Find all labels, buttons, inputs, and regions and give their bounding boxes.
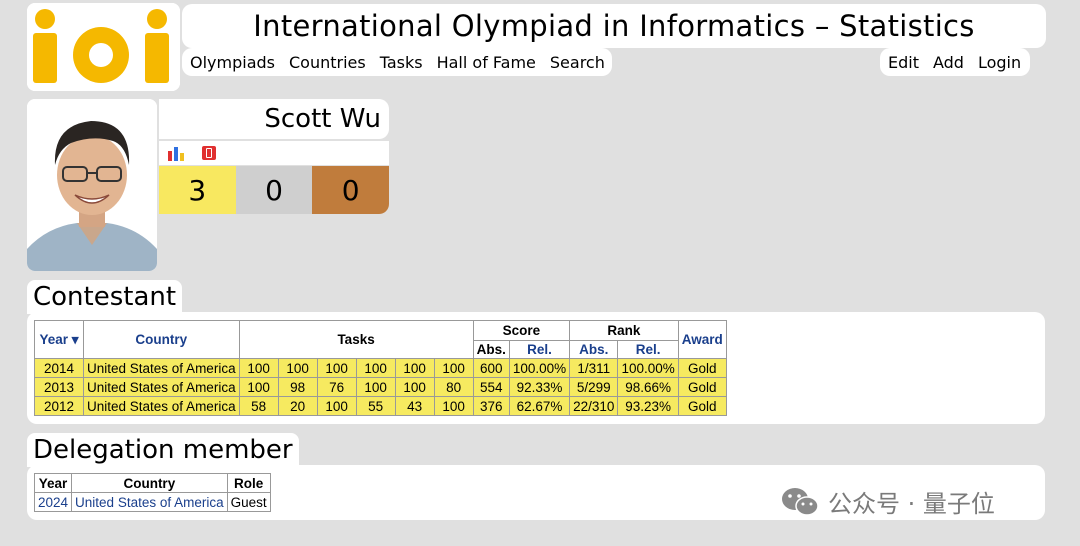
deleg-country-header: Country [71,473,228,493]
task-score-cell[interactable]: 76 [316,377,357,397]
task-score-cell[interactable]: 98 [277,377,318,397]
contestant-table: Year ▾ Country Tasks Score Rank Award Ab… [34,320,727,416]
task-score-cell[interactable]: 100 [316,396,357,416]
task-score-cell[interactable]: 100 [238,358,279,378]
rank-abs-cell: 22/310 [569,396,619,416]
deleg-country-cell[interactable]: United States of America [71,492,228,512]
delegation-table: Year Country Role 2024 United States of … [33,473,271,512]
task-score-cell[interactable]: 100 [355,377,396,397]
wechat-icon [780,486,820,518]
deleg-year-header: Year [33,473,73,493]
award-cell: Gold [677,377,727,397]
rank-rel-cell: 93.23% [617,396,679,416]
nav-hall-of-fame[interactable]: Hall of Fame [437,53,536,72]
task-score-cell[interactable]: 100 [277,358,318,378]
silver-medal-count: 0 [235,166,313,214]
award-cell: Gold [677,358,727,378]
contestant-name: Scott Wu [264,104,381,134]
ioi-logo[interactable] [27,3,180,91]
watermark-text: 公众号 · 量子位 [828,490,995,518]
task-score-cell[interactable]: 58 [238,396,279,416]
task-score-cell[interactable]: 100 [394,358,435,378]
contestant-name-box: Scott Wu [159,99,389,139]
score-rel-cell: 92.33% [508,377,571,397]
nav-countries[interactable]: Countries [289,53,366,72]
tasks-header: Tasks [238,320,474,359]
watermark: 公众号 · 量子位 [780,484,995,519]
score-rel-cell: 100.00% [508,358,571,378]
year-cell[interactable]: 2014 [34,358,84,378]
table-row: 2024 United States of America Guest [33,492,271,512]
main-nav: Olympiads Countries Tasks Hall of Fame S… [182,48,612,76]
task-score-cell[interactable]: 100 [238,377,279,397]
deleg-role-header: Role [226,473,271,493]
task-score-cell[interactable]: 100 [433,396,474,416]
site-title-bar: International Olympiad in Informatics – … [182,4,1046,48]
country-cell[interactable]: United States of America [83,377,240,397]
bronze-medal-count: 0 [312,166,390,214]
medal-counts: 3 0 0 [159,166,390,214]
rank-rel-cell: 98.66% [617,377,679,397]
table-row: 2012 United States of America 58 20 100 … [34,396,727,416]
country-header[interactable]: Country [83,320,240,359]
contestant-photo [27,99,157,271]
rank-abs-cell: 1/311 [569,358,619,378]
ioi-logo-graphic [27,3,180,91]
nav-olympiads[interactable]: Olympiads [190,53,275,72]
score-rel-cell: 62.67% [508,396,571,416]
score-abs-cell: 554 [472,377,510,397]
nav-login[interactable]: Login [978,53,1021,72]
year-cell[interactable]: 2012 [34,396,84,416]
task-score-cell[interactable]: 43 [394,396,435,416]
country-cell[interactable]: United States of America [83,396,240,416]
profile-icons [159,141,389,165]
country-cell[interactable]: United States of America [83,358,240,378]
site-title: International Olympiad in Informatics – … [253,9,975,43]
user-nav: Edit Add Login [880,48,1030,76]
nav-search[interactable]: Search [550,53,605,72]
rank-header: Rank [569,320,679,341]
task-score-cell[interactable]: 80 [433,377,474,397]
score-header: Score [472,320,571,341]
nav-add[interactable]: Add [933,53,964,72]
contestant-heading: Contestant [27,280,183,314]
award-header[interactable]: Award [677,320,727,359]
table-row: 2014 United States of America 100 100 10… [34,358,727,378]
award-cell: Gold [677,396,727,416]
task-score-cell[interactable]: 100 [355,358,396,378]
deleg-year-cell[interactable]: 2024 [33,492,73,512]
bar-chart-icon[interactable] [167,145,187,161]
gold-medal-count: 3 [159,166,236,214]
delegation-heading: Delegation member [27,433,299,467]
year-cell[interactable]: 2013 [34,377,84,397]
rank-abs-header[interactable]: Abs. [569,340,619,359]
year-sort-header[interactable]: Year ▾ [34,320,84,359]
rank-rel-header[interactable]: Rel. [617,340,679,359]
score-abs-cell: 376 [472,396,510,416]
score-rel-header[interactable]: Rel. [508,340,571,359]
rank-rel-cell: 100.00% [617,358,679,378]
nav-edit[interactable]: Edit [888,53,919,72]
task-score-cell[interactable]: 55 [355,396,396,416]
table-row: 2013 United States of America 100 98 76 … [34,377,727,397]
contestant-panel: Year ▾ Country Tasks Score Rank Award Ab… [27,312,1045,424]
task-score-cell[interactable]: 100 [394,377,435,397]
nav-tasks[interactable]: Tasks [380,53,423,72]
rank-abs-cell: 5/299 [569,377,619,397]
red-card-icon[interactable] [201,145,217,161]
score-abs-cell: 600 [472,358,510,378]
portrait-image [27,99,157,271]
task-score-cell[interactable]: 100 [316,358,357,378]
deleg-role-cell: Guest [226,492,271,512]
score-abs-header: Abs. [472,340,510,359]
task-score-cell[interactable]: 20 [277,396,318,416]
task-score-cell[interactable]: 100 [433,358,474,378]
